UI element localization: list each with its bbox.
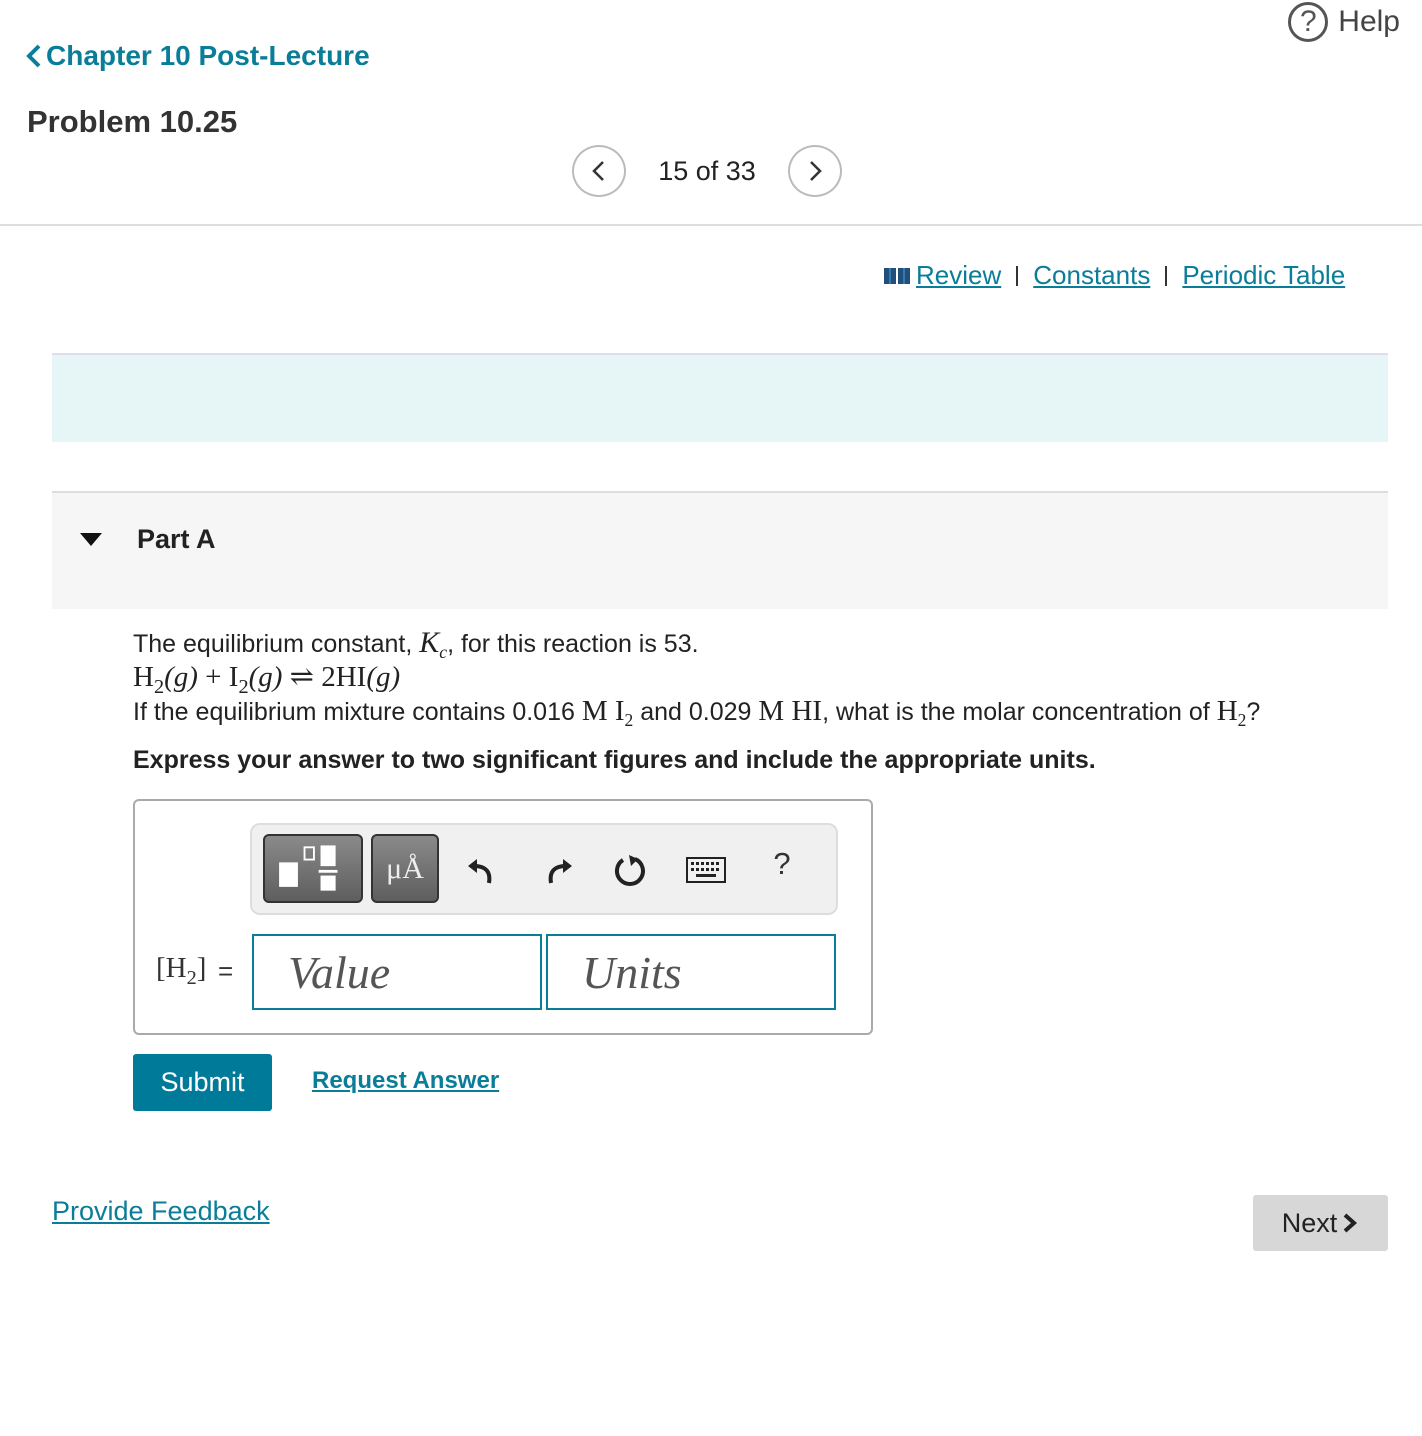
chevron-right-icon [1343,1213,1358,1233]
help-button[interactable]: ? Help [1288,0,1400,44]
previous-problem-button[interactable] [572,145,626,197]
resource-links: Review Constants Periodic Table [884,260,1345,291]
caret-down-icon[interactable] [80,533,102,546]
next-label: Next [1281,1207,1338,1238]
undo-button[interactable] [462,848,502,892]
redo-button[interactable] [538,848,578,892]
submit-button[interactable]: Submit [133,1054,272,1111]
keyboard-icon [686,857,726,883]
problem-pager: 15 of 33 [572,145,842,197]
page-title: Problem 10.25 [27,104,238,139]
chevron-right-icon [810,161,822,181]
provide-feedback-link[interactable]: Provide Feedback [52,1196,270,1227]
question-line-3: If the equilibrium mixture contains 0.01… [133,695,1261,730]
book-icon [884,267,910,284]
problem-intro-band [52,353,1388,442]
link-separator [1016,265,1019,286]
help-label: Help [1338,5,1400,38]
templates-button[interactable] [263,834,363,903]
next-button[interactable]: Next [1253,1195,1388,1251]
constants-link[interactable]: Constants [1033,260,1150,291]
math-help-button[interactable]: ? [762,846,802,882]
question-line-1: The equilibrium constant, Kc, for this r… [133,626,699,662]
reset-button[interactable] [610,848,650,892]
keyboard-button[interactable] [684,848,728,892]
request-answer-link[interactable]: Request Answer [312,1067,499,1095]
redo-icon [548,859,572,884]
chevron-left-icon [26,44,41,68]
reset-icon [615,855,645,886]
reaction-equation: H2(g) + I2(g) ⇌ 2HI(g) [133,661,401,698]
part-label: Part A [137,524,216,554]
fraction-template-icon [279,845,338,891]
question-circle-icon: ? [1288,2,1329,42]
value-input[interactable] [252,934,542,1010]
periodic-table-link[interactable]: Periodic Table [1182,260,1345,291]
undo-icon [468,859,492,884]
answer-instruction: Express your answer to two significant f… [133,746,1096,774]
part-a-header[interactable] [52,491,1388,609]
header-divider [0,224,1422,226]
link-separator [1165,265,1168,286]
units-button[interactable]: μÅ [371,834,439,903]
equals-sign: = [218,956,234,986]
next-problem-button[interactable] [788,145,842,197]
chevron-left-icon [592,161,604,181]
answer-variable-label: [H2] [156,952,207,989]
review-link[interactable]: Review [916,260,1001,291]
units-input[interactable] [546,934,836,1010]
back-to-chapter-link[interactable]: Chapter 10 Post-Lecture [24,40,370,72]
pager-count: 15 of 33 [658,155,756,186]
back-label: Chapter 10 Post-Lecture [46,40,370,71]
